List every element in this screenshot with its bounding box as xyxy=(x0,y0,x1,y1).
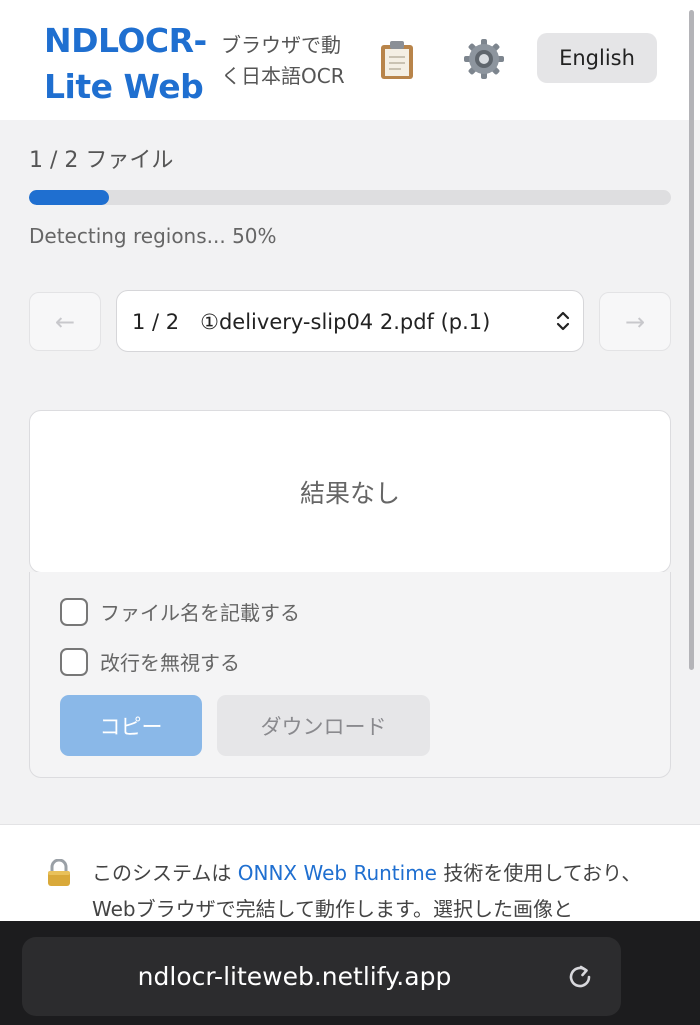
app-title[interactable]: NDLOCR- Lite Web xyxy=(44,18,207,110)
copy-button[interactable]: コピー xyxy=(60,695,202,756)
file-count-label: 1 / 2 ファイル xyxy=(29,148,174,173)
download-button[interactable]: ダウンロード xyxy=(217,695,430,756)
app-tagline: ブラウザで動 く日本語OCR xyxy=(221,30,345,92)
notice-text: このシステムは ONNX Web Runtime 技術を使用しており、Webブラ… xyxy=(92,855,667,927)
ignore-linebreaks-label: 改行を無視する xyxy=(100,651,240,675)
gear-icon[interactable] xyxy=(463,38,505,80)
lock-icon xyxy=(48,859,70,886)
tagline-line2: く日本語OCR xyxy=(221,64,345,88)
ignore-linebreaks-option[interactable]: 改行を無視する xyxy=(60,647,240,676)
progress-bar-fill xyxy=(29,190,110,205)
progress-bar xyxy=(29,190,671,205)
include-filename-label: ファイル名を記載する xyxy=(100,601,300,625)
file-select-value: 1 / 2 ①delivery-slip04 2.pdf (p.1) xyxy=(132,310,491,334)
reload-icon[interactable] xyxy=(564,961,596,993)
url-text: ndlocr-liteweb.netlify.app xyxy=(137,962,452,991)
file-select[interactable]: 1 / 2 ①delivery-slip04 2.pdf (p.1) xyxy=(116,290,584,352)
chevron-updown-icon xyxy=(543,309,583,333)
onnx-runtime-link[interactable]: ONNX Web Runtime xyxy=(238,861,437,885)
clipboard-icon[interactable] xyxy=(379,40,415,80)
progress-status: Detecting regions... 50% xyxy=(29,224,277,248)
result-panel: 結果なし xyxy=(29,410,671,573)
notice-text-before: このシステムは xyxy=(92,861,238,885)
address-bar[interactable]: ndlocr-liteweb.netlify.app xyxy=(22,937,621,1016)
language-toggle-button[interactable]: English xyxy=(537,33,657,83)
browser-toolbar: ndlocr-liteweb.netlify.app xyxy=(0,921,700,1025)
ignore-linebreaks-checkbox[interactable] xyxy=(60,647,88,676)
privacy-notice: このシステムは ONNX Web Runtime 技術を使用しており、Webブラ… xyxy=(0,824,700,924)
output-options-panel: ファイル名を記載する 改行を無視する コピー ダウンロード xyxy=(29,572,671,778)
previous-file-button[interactable]: ← xyxy=(29,292,101,351)
app-title-line2: Lite Web xyxy=(44,67,204,106)
arrow-right-icon: → xyxy=(624,307,646,336)
include-filename-option[interactable]: ファイル名を記載する xyxy=(60,597,300,626)
app-title-line1: NDLOCR- xyxy=(44,21,207,60)
app-header: NDLOCR- Lite Web ブラウザで動 く日本語OCR English xyxy=(0,0,700,120)
include-filename-checkbox[interactable] xyxy=(60,597,88,626)
next-file-button[interactable]: → xyxy=(599,292,671,351)
tagline-line1: ブラウザで動 xyxy=(221,33,341,57)
empty-result-text: 結果なし xyxy=(299,478,400,508)
page-scrollbar[interactable] xyxy=(689,10,694,670)
arrow-left-icon: ← xyxy=(54,307,76,336)
